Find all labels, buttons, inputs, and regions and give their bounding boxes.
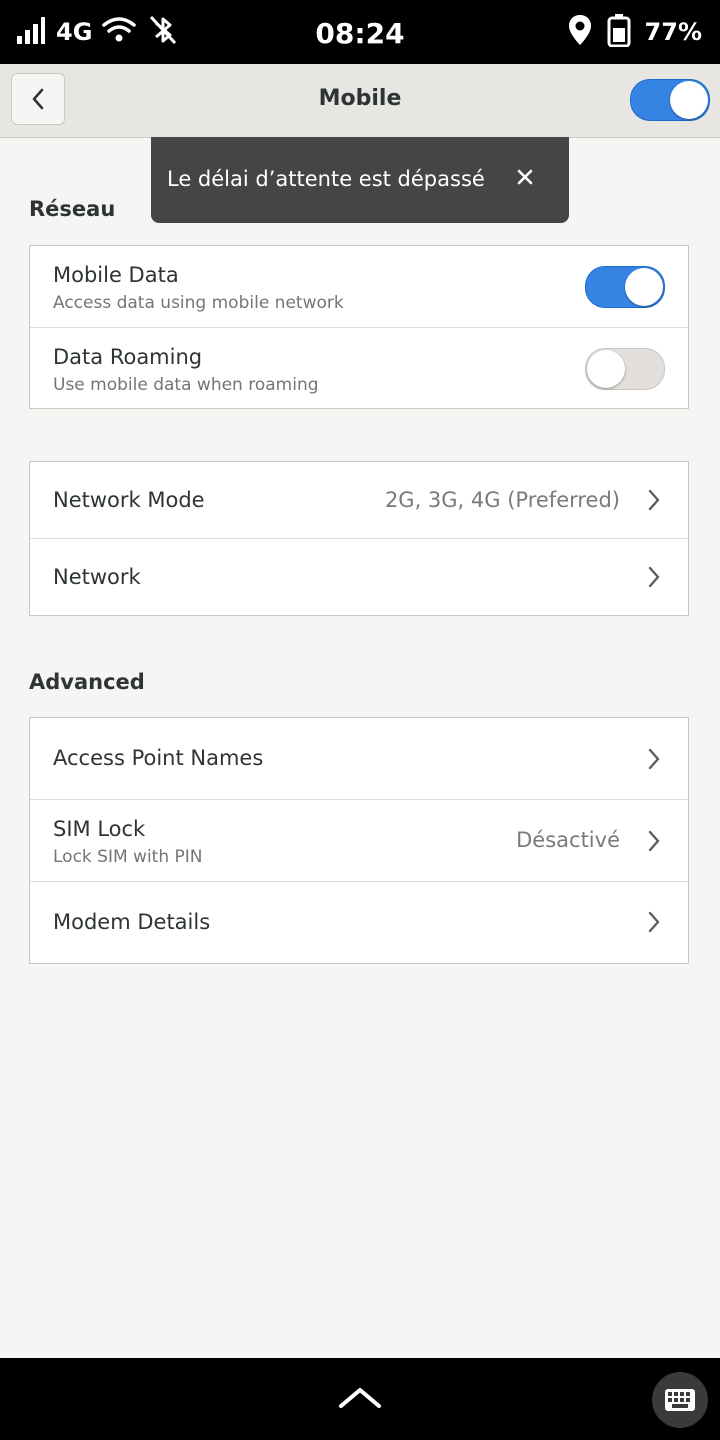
network-row[interactable]: Network	[30, 539, 688, 615]
header-bar: Mobile	[0, 64, 720, 138]
battery-percent: 77%	[644, 18, 702, 46]
toast-message: Le délai d’attente est dépassé	[167, 167, 485, 191]
switch-knob	[670, 81, 708, 119]
data-roaming-switch[interactable]	[585, 348, 665, 390]
keyboard-button[interactable]	[652, 1372, 708, 1428]
mobile-data-switch[interactable]	[585, 266, 665, 308]
apn-row[interactable]: Access Point Names	[30, 718, 688, 800]
toast-notification: Le délai d’attente est dépassé	[151, 137, 569, 223]
sim-lock-subtitle: Lock SIM with PIN	[53, 847, 203, 867]
chevron-right-icon	[648, 748, 660, 770]
chevron-right-icon	[648, 489, 660, 511]
network-mode-title: Network Mode	[53, 488, 205, 512]
mobile-data-subtitle: Access data using mobile network	[53, 293, 344, 313]
advanced-list: Access Point Names SIM Lock Lock SIM wit…	[29, 717, 689, 964]
modem-details-title: Modem Details	[53, 910, 211, 934]
apn-title: Access Point Names	[53, 746, 264, 770]
switch-knob	[587, 350, 625, 388]
chevron-up-icon	[339, 1388, 381, 1408]
switch-knob	[625, 268, 663, 306]
status-bar: 4G 08:24 77%	[0, 0, 720, 64]
battery-charging-icon	[607, 13, 631, 51]
section-title-network: Réseau	[29, 197, 116, 221]
mobile-data-row[interactable]: Mobile Data Access data using mobile net…	[30, 246, 688, 328]
data-roaming-row[interactable]: Data Roaming Use mobile data when roamin…	[30, 328, 688, 409]
page-title: Mobile	[318, 86, 402, 111]
modem-details-row[interactable]: Modem Details	[30, 882, 688, 963]
sim-lock-title: SIM Lock	[53, 817, 146, 841]
keyboard-icon	[665, 1389, 695, 1411]
chevron-right-icon	[648, 911, 660, 933]
network-list: Mobile Data Access data using mobile net…	[29, 245, 689, 409]
mobile-data-title: Mobile Data	[53, 263, 179, 287]
data-roaming-subtitle: Use mobile data when roaming	[53, 375, 319, 395]
close-icon	[517, 169, 533, 185]
chevron-right-icon	[648, 566, 660, 588]
location-pin-icon	[567, 14, 593, 50]
mobile-master-switch[interactable]	[630, 79, 710, 121]
network-mode-list: Network Mode 2G, 3G, 4G (Preferred) Netw…	[29, 461, 689, 616]
bottom-bar	[0, 1358, 720, 1440]
network-mode-value: 2G, 3G, 4G (Preferred)	[384, 488, 620, 512]
toast-close-button[interactable]	[511, 163, 539, 191]
sim-lock-value: Désactivé	[516, 828, 620, 852]
chevron-right-icon	[648, 830, 660, 852]
network-mode-row[interactable]: Network Mode 2G, 3G, 4G (Preferred)	[30, 462, 688, 539]
data-roaming-title: Data Roaming	[53, 345, 203, 369]
sim-lock-row[interactable]: SIM Lock Lock SIM with PIN Désactivé	[30, 800, 688, 882]
network-title: Network	[53, 565, 141, 589]
app-drawer-button[interactable]	[336, 1382, 384, 1412]
section-title-advanced: Advanced	[29, 670, 145, 694]
